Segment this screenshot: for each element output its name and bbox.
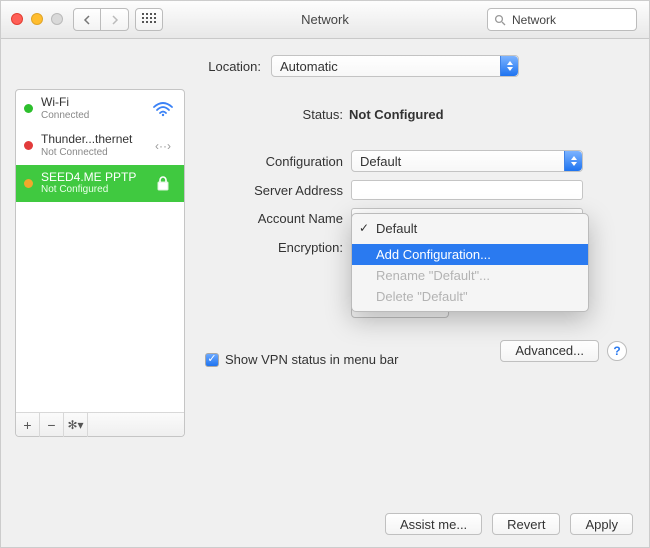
services-list: Wi-Fi Connected Thunder...thernet Not Co… — [16, 90, 184, 412]
remove-service-button[interactable]: − — [40, 413, 64, 437]
location-dropdown[interactable]: Automatic — [271, 55, 519, 77]
lower-row: ✓ Show VPN status in menu bar Advanced..… — [205, 334, 627, 367]
services-sidebar: Wi-Fi Connected Thunder...thernet Not Co… — [15, 89, 185, 437]
gear-icon: ✻▾ — [67, 418, 83, 432]
service-status: Not Configured — [41, 184, 142, 196]
sidebar-footer: + − ✻▾ — [16, 412, 184, 436]
service-status: Not Connected — [41, 147, 142, 159]
popup-item-delete-default: Delete "Default" — [352, 286, 588, 307]
popup-item-add-configuration[interactable]: Add Configuration... — [352, 244, 588, 265]
status-dot-green — [24, 104, 33, 113]
configuration-row: Configuration Default — [205, 150, 627, 172]
service-actions-button[interactable]: ✻▾ — [64, 413, 88, 437]
show-vpn-status-checkbox[interactable]: ✓ Show VPN status in menu bar — [205, 352, 398, 367]
minus-icon: − — [47, 417, 55, 433]
revert-button[interactable]: Revert — [492, 513, 560, 535]
question-icon: ? — [613, 344, 620, 358]
server-address-label: Server Address — [205, 183, 343, 198]
dropdown-stepper-icon — [500, 56, 518, 76]
titlebar: Network ✕ — [1, 1, 649, 39]
service-name: Wi-Fi — [41, 96, 142, 110]
location-row: Location: Automatic — [1, 39, 649, 89]
assist-me-button[interactable]: Assist me... — [385, 513, 482, 535]
service-item-vpn-pptp[interactable]: SEED4.ME PPTP Not Configured — [16, 165, 184, 202]
help-button[interactable]: ? — [607, 341, 627, 361]
popup-item-default[interactable]: Default — [352, 218, 588, 239]
svg-text:‹··›: ‹··› — [155, 139, 171, 153]
plus-icon: + — [23, 417, 31, 433]
encryption-label: Encryption: — [205, 240, 343, 255]
service-item-thunderbolt-ethernet[interactable]: Thunder...thernet Not Connected ‹··› — [16, 127, 184, 164]
popup-item-rename-default: Rename "Default"... — [352, 265, 588, 286]
lock-icon — [150, 174, 176, 192]
show-vpn-status-label: Show VPN status in menu bar — [225, 352, 398, 367]
service-name: SEED4.ME PPTP — [41, 171, 142, 185]
advanced-button[interactable]: Advanced... — [500, 340, 599, 362]
configuration-dropdown[interactable]: Default — [351, 150, 583, 172]
server-address-row: Server Address — [205, 180, 627, 200]
service-name: Thunder...thernet — [41, 133, 142, 147]
ethernet-icon: ‹··› — [150, 137, 176, 155]
server-address-field[interactable] — [351, 180, 583, 200]
status-value: Not Configured — [349, 107, 444, 122]
dropdown-stepper-icon — [564, 151, 582, 171]
network-preferences-window: Network ✕ Location: Automatic Wi-Fi Conn… — [0, 0, 650, 548]
search-icon — [494, 14, 506, 26]
add-service-button[interactable]: + — [16, 413, 40, 437]
account-name-label: Account Name — [205, 211, 343, 226]
search-field[interactable]: ✕ — [487, 8, 637, 31]
configuration-label: Configuration — [205, 154, 343, 169]
service-item-wifi[interactable]: Wi-Fi Connected — [16, 90, 184, 127]
status-row: Status: Not Configured — [205, 93, 627, 150]
bottom-buttons: Assist me... Revert Apply — [385, 513, 633, 535]
apply-button[interactable]: Apply — [570, 513, 633, 535]
search-input[interactable] — [510, 12, 650, 28]
wifi-icon — [150, 100, 176, 118]
configuration-popup-menu: Default Add Configuration... Rename "Def… — [351, 213, 589, 312]
configuration-value: Default — [352, 154, 564, 169]
status-label: Status: — [205, 107, 343, 122]
checkbox-icon: ✓ — [205, 353, 219, 367]
location-label: Location: — [131, 59, 261, 74]
status-dot-red — [24, 141, 33, 150]
service-status: Connected — [41, 110, 142, 122]
location-value: Automatic — [272, 59, 500, 74]
status-dot-orange — [24, 179, 33, 188]
